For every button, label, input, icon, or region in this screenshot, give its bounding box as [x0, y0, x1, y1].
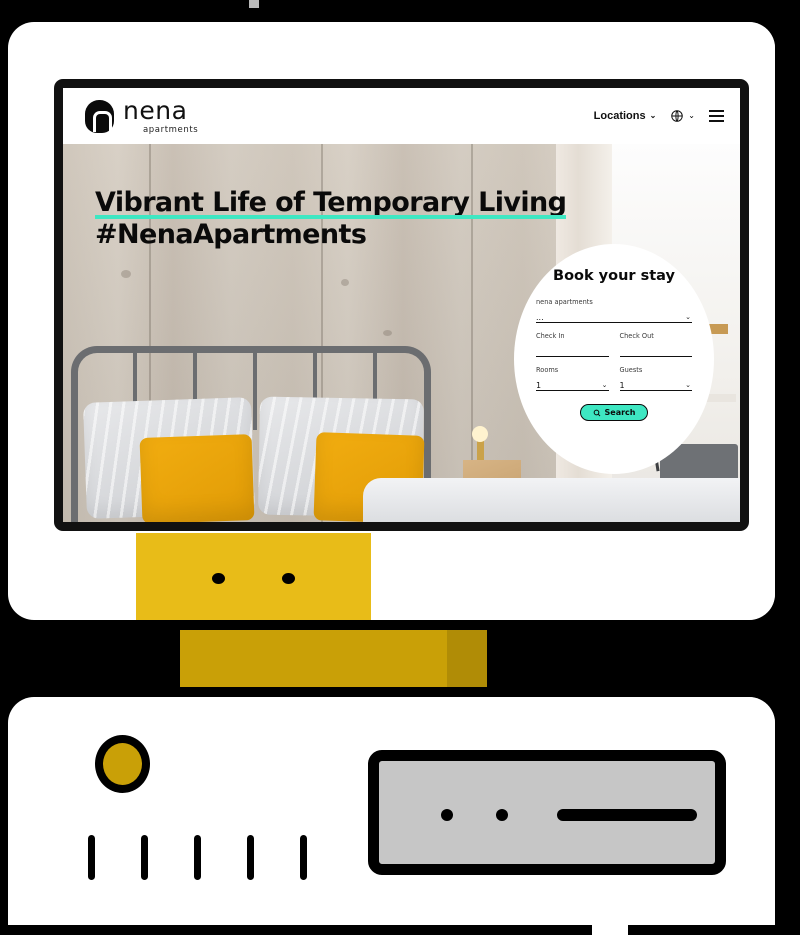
drive-bay-slot: [557, 809, 697, 821]
brand-name: nena: [123, 95, 188, 125]
chevron-down-icon: ⌄: [688, 111, 695, 120]
chevron-down-icon: ⌄: [649, 111, 657, 120]
check-out-label: Check Out: [619, 332, 654, 340]
brand-subtitle: apartments: [143, 124, 199, 135]
occupancy-fields-row: Rooms 1 ⌄ Guests 1 ⌄: [536, 366, 692, 400]
monitor-stand-plate: [136, 533, 371, 620]
hamburger-menu-icon[interactable]: [709, 110, 724, 122]
navbar-right-group: Locations ⌄ ⌄: [594, 109, 724, 123]
guests-value: 1: [619, 381, 625, 390]
check-in-label: Check In: [536, 332, 565, 340]
hamburger-line: [709, 119, 724, 122]
rooms-label: Rooms: [536, 366, 559, 374]
guests-field: Guests 1 ⌄: [619, 366, 692, 391]
nav-locations-label: Locations: [593, 110, 646, 122]
stand-dot: [282, 573, 295, 584]
indicator-tick: [300, 835, 307, 880]
hamburger-line: [709, 110, 724, 113]
wall-speck: [341, 279, 349, 286]
property-field-label: nena apartments: [536, 298, 593, 306]
check-out-field: Check Out: [619, 332, 692, 357]
top-notch: [196, 0, 254, 14]
monitor-stand-bar-end: [447, 630, 487, 687]
indicator-tick: [141, 835, 148, 880]
browser-screen: nena apartments Locations ⌄ ⌄ Vibrant Li…: [63, 88, 740, 522]
hamburger-line: [709, 115, 724, 117]
rooms-select[interactable]: 1 ⌄: [536, 378, 609, 391]
wall-speck: [383, 330, 392, 336]
search-icon: [593, 409, 600, 416]
accent-cushion: [139, 434, 255, 522]
nav-locations[interactable]: Locations ⌄: [594, 110, 657, 122]
bed-bar: [253, 346, 257, 430]
property-select-value: ...: [536, 313, 544, 322]
lamp-bulb: [472, 426, 488, 442]
rooms-value: 1: [536, 381, 542, 390]
property-field: nena apartments ... ⌄: [536, 298, 692, 323]
globe-icon: [671, 110, 684, 122]
drive-bay-panel[interactable]: [368, 750, 726, 875]
drive-bay-dot: [496, 809, 508, 821]
check-out-input[interactable]: [619, 344, 692, 357]
indicator-tick: [247, 835, 254, 880]
guests-label: Guests: [619, 366, 643, 374]
illustration-stage: nena apartments Locations ⌄ ⌄ Vibrant Li…: [0, 0, 800, 935]
lower-device-panel: [8, 697, 775, 935]
indicator-tick: [194, 835, 201, 880]
search-button-label: Search: [604, 408, 636, 417]
chevron-down-icon: ⌄: [685, 382, 691, 389]
wall-speck: [121, 270, 131, 278]
chevron-down-icon: ⌄: [685, 314, 691, 321]
bottom-notch-right: [628, 925, 800, 935]
indicator-tick: [88, 835, 95, 880]
duvet: [363, 478, 740, 522]
stand-dot: [212, 573, 225, 584]
bottom-notch-left: [0, 925, 592, 935]
nena-logo-icon: [85, 99, 114, 133]
check-in-input[interactable]: [536, 344, 609, 357]
search-button[interactable]: Search: [579, 404, 649, 421]
hero-section: Vibrant Life of Temporary Living #NenaAp…: [63, 144, 740, 522]
guests-select[interactable]: 1 ⌄: [619, 378, 692, 391]
date-fields-row: Check In Check Out: [536, 332, 692, 366]
monitor-frame: nena apartments Locations ⌄ ⌄ Vibrant Li…: [54, 79, 749, 531]
brand-wordmark: nena apartments: [123, 98, 198, 135]
chevron-down-icon: ⌄: [601, 382, 608, 389]
language-selector[interactable]: ⌄: [670, 109, 695, 123]
drive-bay-dot: [441, 809, 453, 821]
hero-headline-line-2: #NenaApartments: [95, 219, 367, 251]
check-in-field: Check In: [536, 332, 609, 357]
monitor-stand-bar: [180, 630, 447, 687]
power-button-icon: [103, 743, 142, 785]
top-notch-accent: [249, 0, 259, 8]
site-navbar: nena apartments Locations ⌄ ⌄: [63, 88, 740, 144]
rooms-field: Rooms 1 ⌄: [536, 366, 609, 391]
booking-widget-title: Book your stay: [551, 268, 677, 284]
hero-copy: Vibrant Life of Temporary Living #NenaAp…: [95, 187, 567, 252]
brand-logo[interactable]: nena apartments: [85, 98, 198, 135]
booking-widget: Book your stay nena apartments ... ⌄ Che…: [514, 244, 714, 474]
hero-headline-line-1: Vibrant Life of Temporary Living: [95, 187, 567, 220]
property-select[interactable]: ... ⌄: [536, 310, 692, 323]
